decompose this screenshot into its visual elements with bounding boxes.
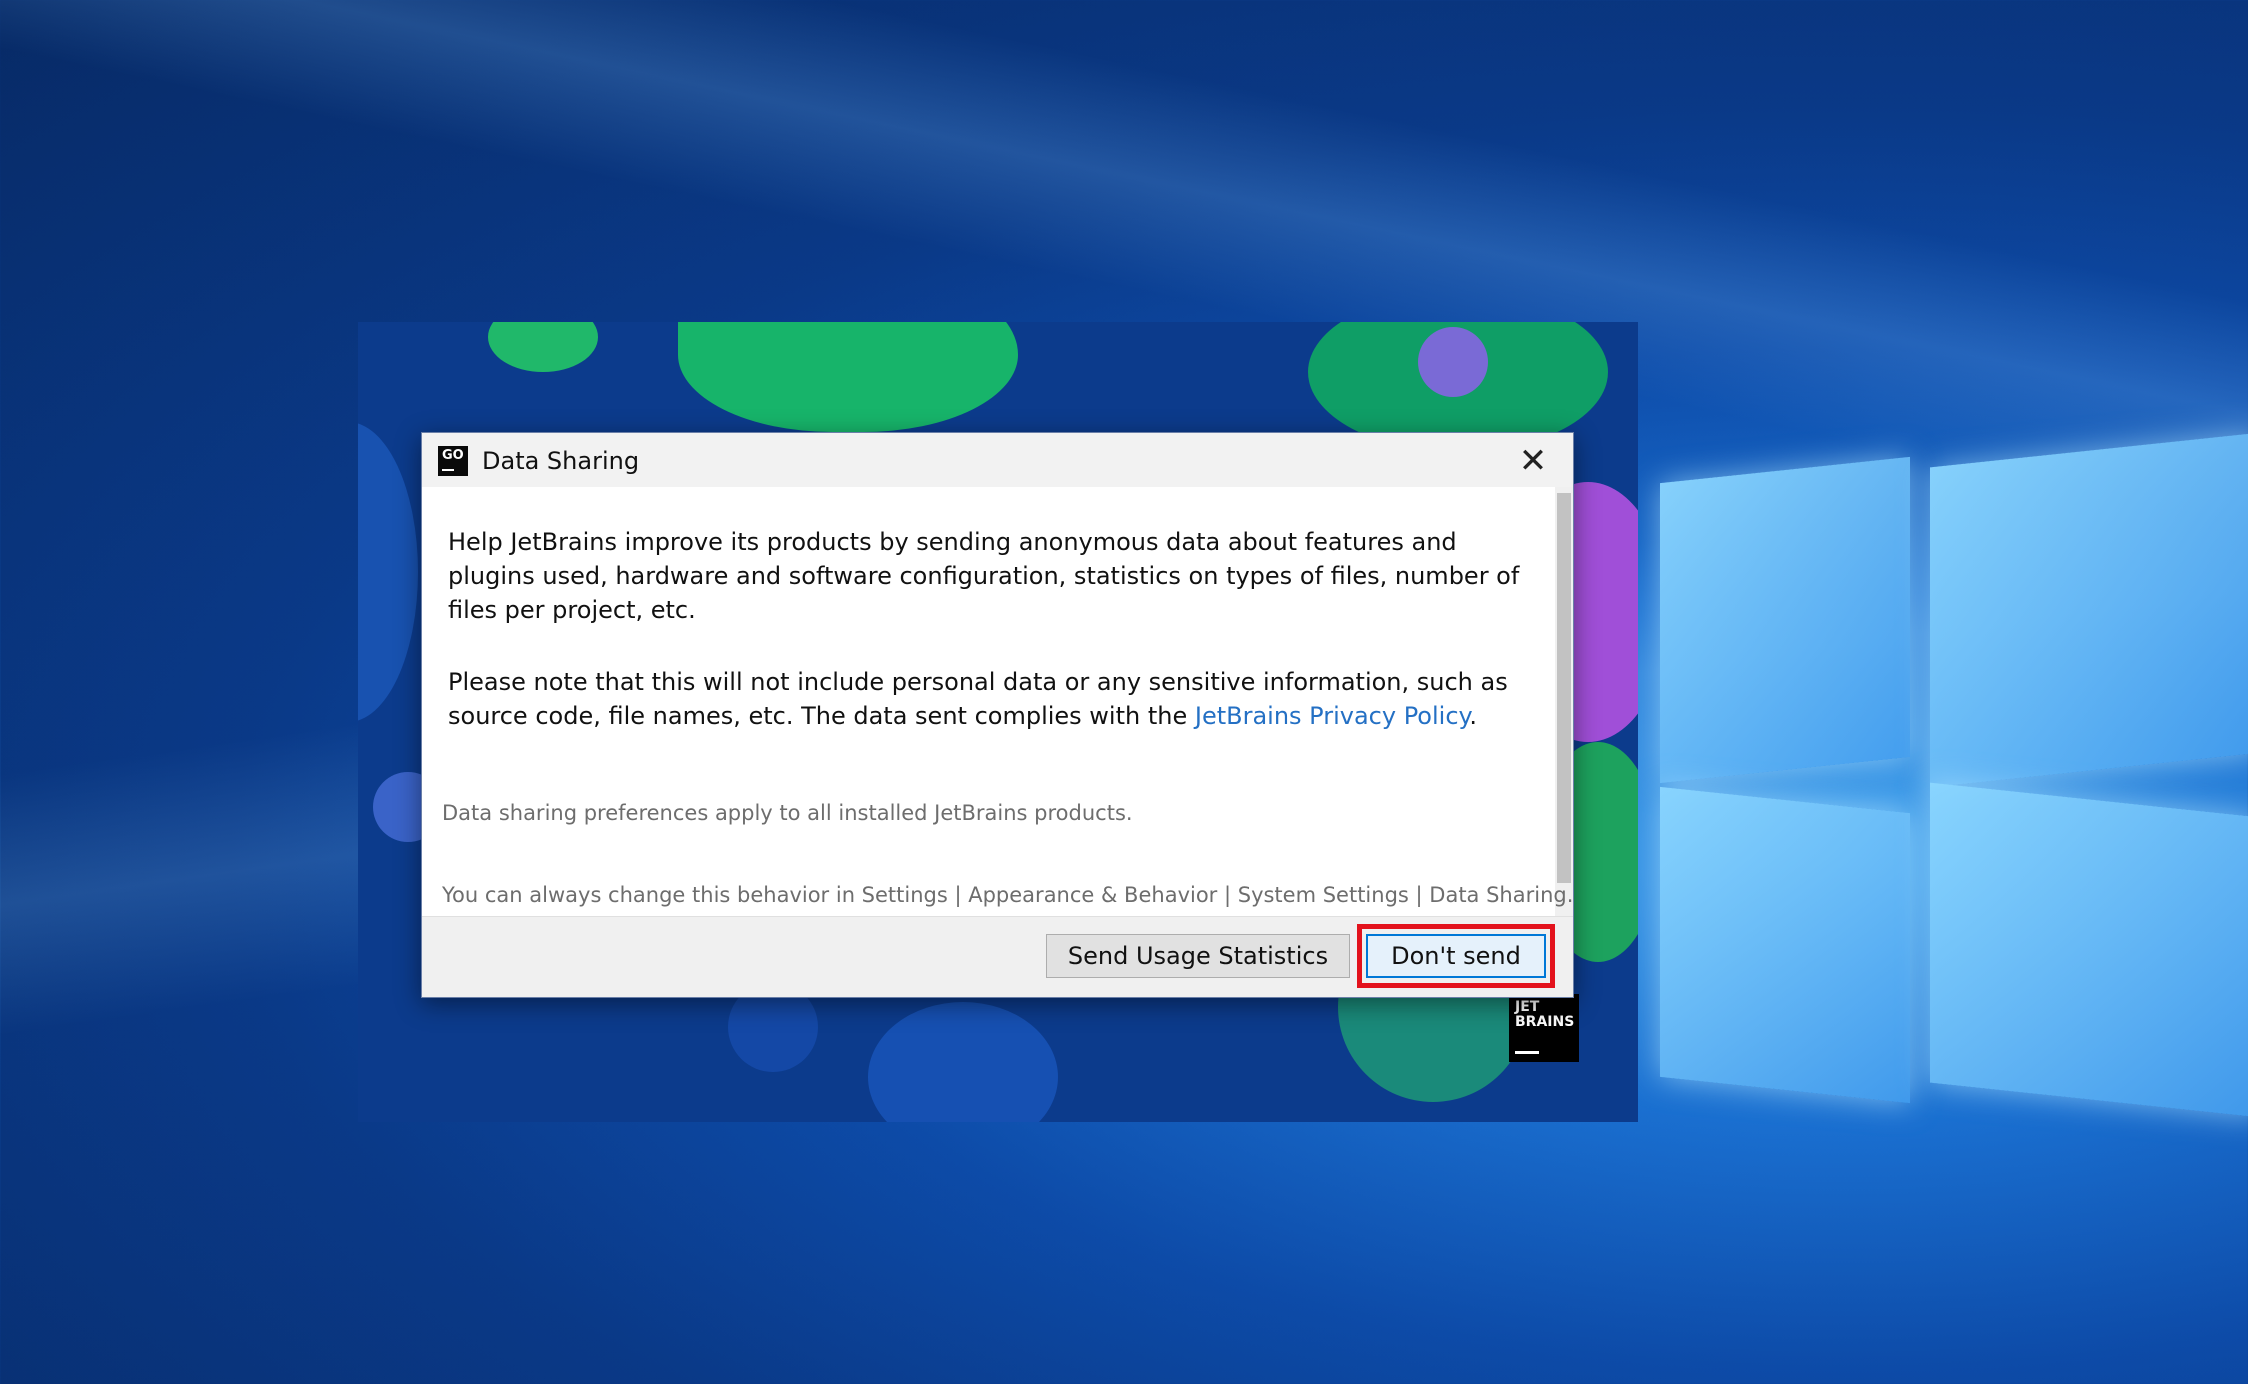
description-paragraph: Help JetBrains improve its products by s… xyxy=(448,528,1520,624)
dialog-title: Data Sharing xyxy=(482,447,640,475)
data-sharing-dialog: GO Data Sharing ✕ Help JetBrains improve… xyxy=(421,432,1574,998)
dialog-body: Help JetBrains improve its products by s… xyxy=(448,525,1528,771)
button-bar: Send Usage Statistics Don't send xyxy=(422,916,1573,997)
goland-app-icon: GO xyxy=(438,446,468,476)
jetbrains-logo: JET BRAINS xyxy=(1509,994,1579,1062)
title-bar: GO Data Sharing ✕ xyxy=(422,433,1573,487)
scrollbar-thumb[interactable] xyxy=(1557,493,1571,883)
privacy-policy-link[interactable]: JetBrains Privacy Policy xyxy=(1195,702,1469,730)
dont-send-button[interactable]: Don't send xyxy=(1366,934,1546,978)
close-icon[interactable]: ✕ xyxy=(1513,441,1553,481)
scrollbar[interactable] xyxy=(1555,487,1573,945)
settings-hint: You can always change this behavior in S… xyxy=(442,883,1574,907)
windows-logo xyxy=(1640,430,2248,1190)
preferences-note: Data sharing preferences apply to all in… xyxy=(442,801,1133,825)
send-usage-statistics-button[interactable]: Send Usage Statistics xyxy=(1046,934,1350,978)
privacy-paragraph: Please note that this will not include p… xyxy=(448,668,1508,730)
